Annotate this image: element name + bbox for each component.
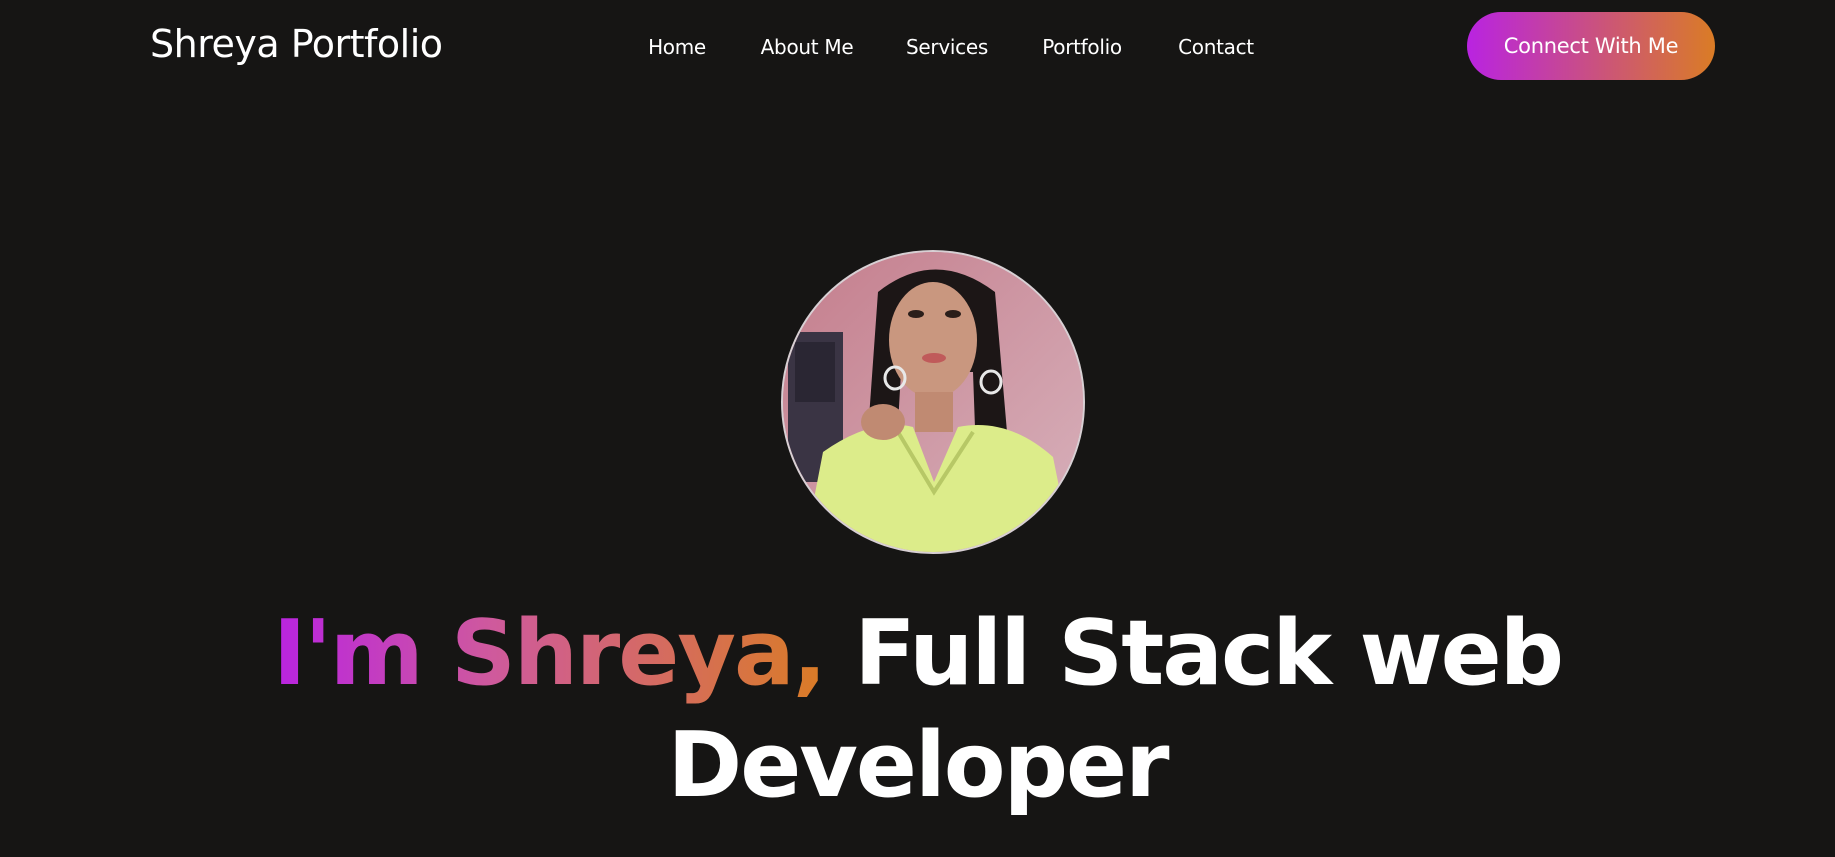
nav-link-contact[interactable]: Contact: [1178, 35, 1254, 59]
profile-avatar: [781, 250, 1085, 554]
hero-role-line1: Full Stack web: [854, 601, 1564, 706]
connect-with-me-button[interactable]: Connect With Me: [1467, 12, 1715, 80]
hero-role-line2: Developer: [667, 713, 1170, 818]
profile-photo-icon: [783, 252, 1083, 552]
nav-link-home[interactable]: Home: [648, 35, 706, 59]
nav-link-portfolio[interactable]: Portfolio: [1042, 35, 1122, 59]
navbar: Shreya Portfolio Home About Me Services …: [0, 0, 1835, 94]
hero-name: I'm Shreya,: [272, 601, 827, 706]
hero-headline: I'm Shreya, Full Stack web Developer: [0, 598, 1835, 822]
nav-link-services[interactable]: Services: [906, 35, 988, 59]
nav-link-about-me[interactable]: About Me: [761, 35, 854, 59]
